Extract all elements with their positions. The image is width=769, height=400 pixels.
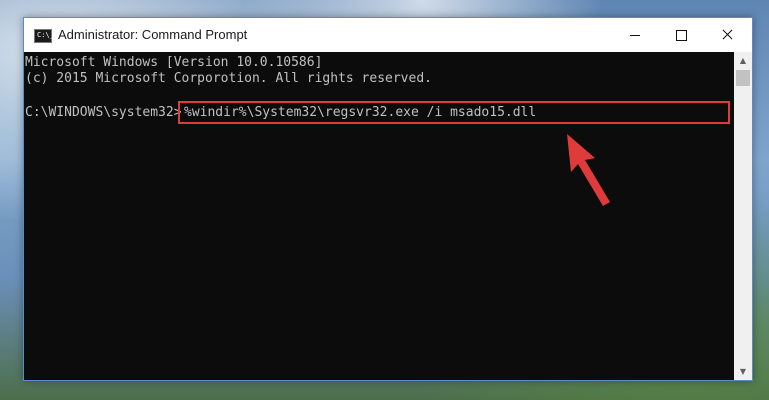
red-arrow-icon xyxy=(555,130,625,212)
vertical-scrollbar[interactable]: ▲ ▼ xyxy=(734,52,752,380)
scroll-down-icon[interactable]: ▼ xyxy=(734,363,752,380)
command-highlight-box: %windir%\System32\regsvr32.exe /i msado1… xyxy=(178,101,730,124)
console-copyright-line: (c) 2015 Microsoft Corporotion. All righ… xyxy=(25,71,432,86)
minimize-button[interactable] xyxy=(612,18,658,52)
close-button[interactable] xyxy=(704,18,750,52)
title-bar[interactable]: C:\_ Administrator: Command Prompt xyxy=(24,18,752,52)
command-prompt-icon: C:\_ xyxy=(34,29,54,43)
maximize-button[interactable] xyxy=(658,18,704,52)
command-prompt-window: C:\_ Administrator: Command Prompt Micro… xyxy=(23,17,753,381)
scroll-up-icon[interactable]: ▲ xyxy=(734,52,752,69)
app-icon-glyph: C:\_ xyxy=(37,31,54,39)
console-area[interactable]: Microsoft Windows [Version 10.0.10586] (… xyxy=(24,52,734,380)
command-text: %windir%\System32\regsvr32.exe /i msado1… xyxy=(184,105,537,120)
scrollbar-thumb[interactable] xyxy=(736,70,750,86)
console-prompt: C:\WINDOWS\system32> xyxy=(25,105,182,120)
window-title: Administrator: Command Prompt xyxy=(58,27,248,42)
